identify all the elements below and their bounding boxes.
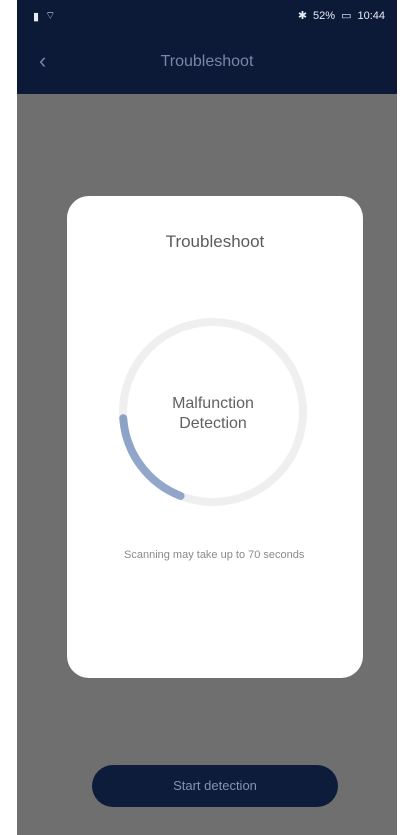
dialog-title: Troubleshoot (165, 232, 265, 251)
progress-label: Malfunction Detection (113, 394, 313, 434)
start-detection-button[interactable]: Start detection (92, 765, 338, 807)
battery-icon: ▭ (341, 10, 352, 22)
scan-duration-note: Scanning may take up to 70 seconds (124, 549, 305, 561)
progress-label-line1: Malfunction (172, 395, 254, 412)
status-bar: ▮ ⌔ ✱ 52% ▭ 10:44 (17, 0, 397, 32)
time: 10:44 (357, 9, 385, 22)
troubleshoot-dialog: Troubleshoot Malfunction Detection Scann… (67, 196, 363, 678)
progress-label-line2: Detection (179, 415, 247, 432)
status-right: ✱ 52% ▭ 10:44 (297, 9, 385, 23)
bluetooth-icon: ✱ (297, 10, 308, 22)
status-left: ▮ ⌔ (33, 9, 55, 23)
page-title: Troubleshoot (160, 53, 254, 70)
phone-screen: ▮ ⌔ ✱ 52% ▭ 10:44 ‹ Troubleshoot Trouble… (17, 0, 397, 835)
sim-icon: ▮ (33, 10, 40, 23)
top-nav: ‹ Troubleshoot (17, 32, 397, 94)
battery-percent: 52% (313, 9, 336, 22)
wifi-icon: ⌔ (45, 10, 56, 22)
